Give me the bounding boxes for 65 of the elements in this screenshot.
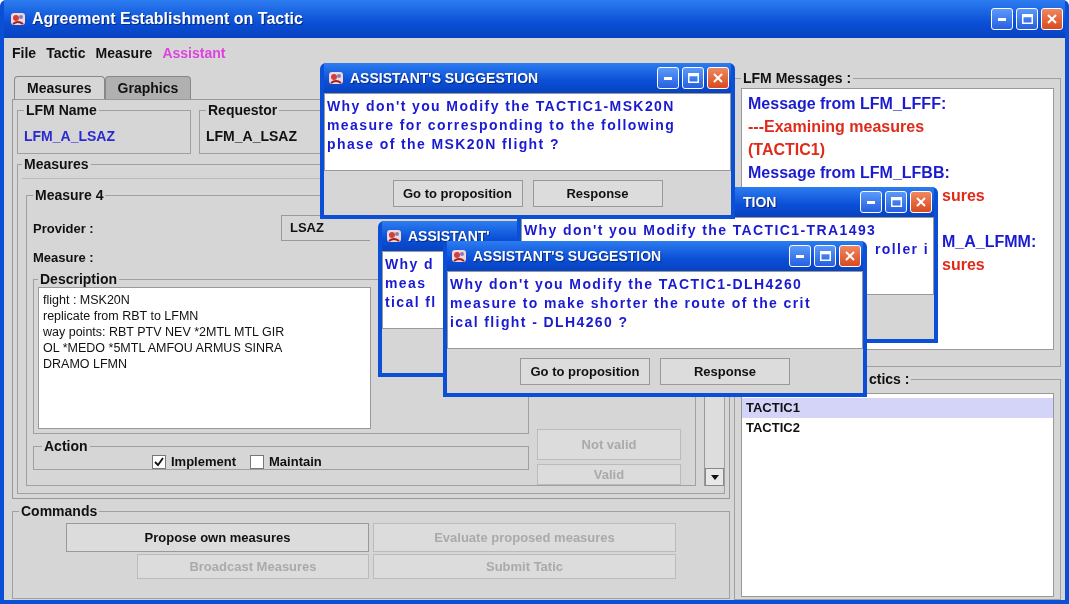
checkbox[interactable] (250, 454, 264, 469)
description-text-area[interactable]: flight : MSK20N replicate from RBT to LFMN way points: RBT PTV NEV *2MTL MTL GIR OL *MEDO *5MTL AMFOU ARMUS SINRA DRAMO LFMN (38, 287, 371, 429)
requestor-value: LFM_A_LSAZ (206, 128, 297, 144)
dialog-title: ASSISTANT' (408, 228, 490, 244)
dialog-button[interactable]: Response (532, 179, 663, 207)
window-title: Agreement Establishment on Tactic (32, 10, 303, 28)
close-button[interactable] (839, 245, 861, 267)
maximize-icon (687, 73, 699, 83)
group-label: Measures (23, 156, 90, 172)
field-label: Provider : (33, 220, 95, 236)
close-button[interactable] (1041, 8, 1063, 30)
tab[interactable]: Measures (14, 76, 105, 99)
dialog-button[interactable]: Response (660, 357, 790, 385)
minimize-icon (664, 76, 672, 80)
group-label: ctics : (868, 371, 911, 387)
group-label: Measure 4 (34, 187, 105, 203)
group-label: Requestor (207, 102, 279, 118)
down-arrow-icon (710, 474, 719, 480)
close-icon (1047, 14, 1057, 24)
suggestion-text: Why don't you Modify the TACTIC1-MSK20N measure for corresponding to the following phase of the MSK20N flight ? (324, 93, 731, 171)
command-button[interactable]: Propose own measures (66, 523, 369, 552)
maximize-button[interactable] (885, 191, 907, 213)
app-icon (386, 228, 402, 244)
checkbox[interactable] (152, 454, 166, 469)
field-label: Measure : (33, 250, 94, 265)
list-item[interactable]: TACTIC1 (742, 398, 1053, 418)
checkbox-label: Implement (171, 454, 236, 469)
list-item[interactable]: TACTIC2 (742, 418, 1053, 438)
lfm-name-value: LFM_A_LSAZ (24, 128, 115, 144)
group-label: Action (43, 438, 89, 454)
minimize-button[interactable] (789, 245, 811, 267)
app-icon (328, 70, 344, 86)
dialog-title: ASSISTANT'S SUGGESTION (350, 70, 539, 86)
close-icon (916, 197, 926, 207)
menu-item[interactable]: Measure (95, 45, 153, 62)
maximize-icon (819, 251, 831, 261)
dialog-title: TION (743, 194, 777, 210)
checkbox-label: Maintain (269, 454, 322, 469)
group-label: LFM Messages : (742, 70, 853, 86)
menu-item[interactable]: Tactic (46, 45, 86, 62)
minimize-icon (796, 254, 804, 258)
group-label: Commands (20, 503, 99, 519)
maximize-button[interactable] (814, 245, 836, 267)
app-icon (10, 11, 26, 27)
menu-item[interactable]: File (12, 45, 37, 62)
group-label: LFM Name (25, 102, 98, 118)
suggestion-text: Why don't you Modify the TACTIC1-DLH4260 measure to make shorter the route of the crit ical flight - DLH4260 ? (447, 271, 863, 349)
maximize-icon (1021, 14, 1033, 24)
maximize-icon (890, 197, 902, 207)
maximize-button[interactable] (682, 67, 704, 89)
group-label: Description (39, 271, 118, 287)
close-button[interactable] (910, 191, 932, 213)
close-icon (845, 251, 855, 261)
tab[interactable]: Graphics (104, 76, 192, 99)
minimize-button[interactable] (657, 67, 679, 89)
close-icon (713, 73, 723, 83)
minimize-button[interactable] (991, 8, 1013, 30)
dialog-button[interactable]: Go to proposition (520, 357, 650, 385)
minimize-icon (998, 17, 1006, 21)
dialog-button[interactable]: Go to proposition (392, 179, 523, 207)
app-icon (451, 248, 467, 264)
maximize-button[interactable] (1016, 8, 1038, 30)
minimize-button[interactable] (860, 191, 882, 213)
minimize-icon (867, 200, 875, 204)
close-button[interactable] (707, 67, 729, 89)
